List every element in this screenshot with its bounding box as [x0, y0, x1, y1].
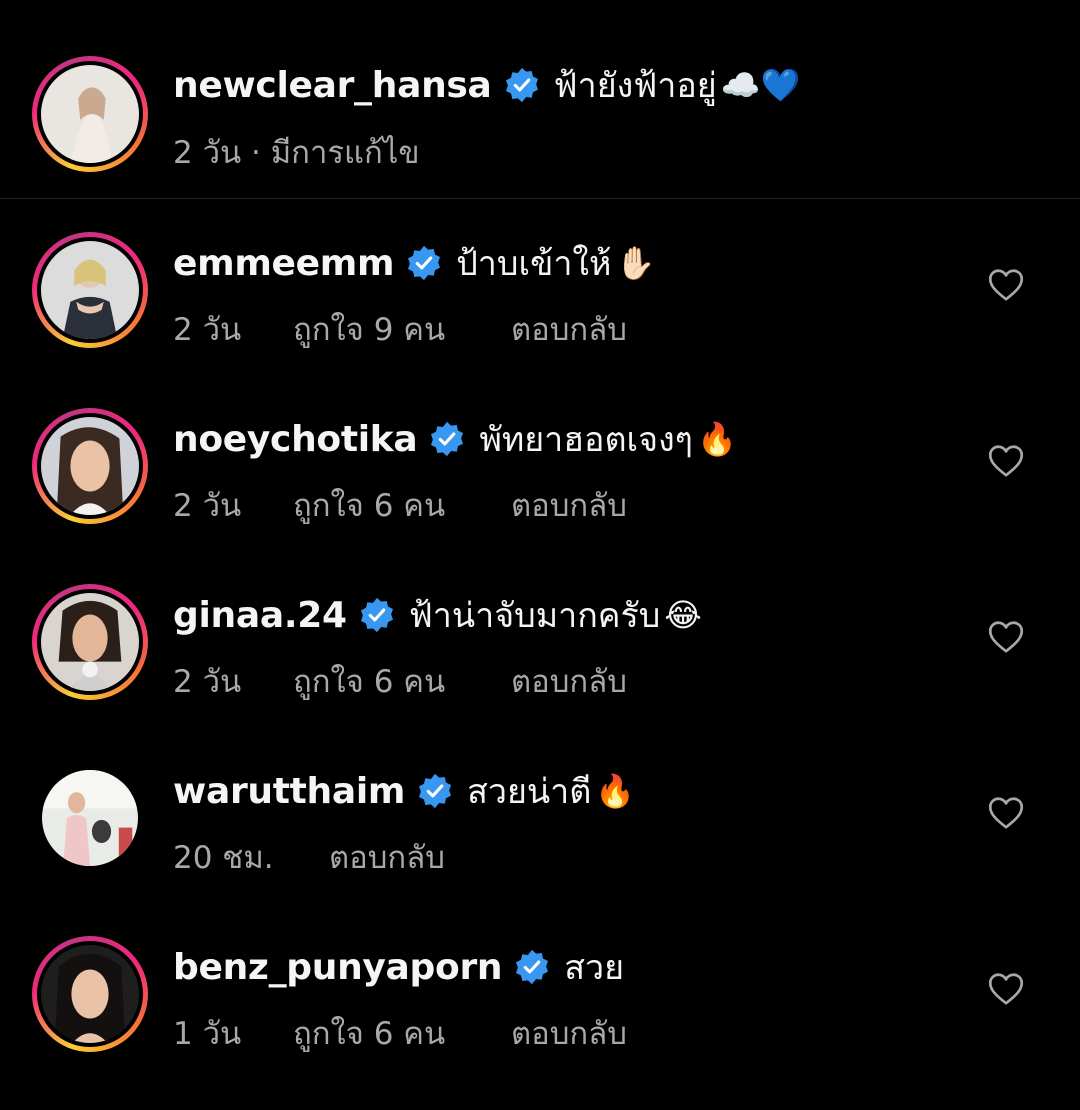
comment-time: 2 วัน: [173, 312, 242, 348]
username-link[interactable]: warutthaim: [173, 771, 405, 812]
verified-badge-icon: [504, 67, 540, 103]
reply-button[interactable]: ตอบกลับ: [511, 656, 627, 706]
avatar: [41, 945, 139, 1043]
comment-text: สวย: [564, 948, 625, 988]
caption-text: ฟ้ายังฟ้าอยู่: [553, 66, 717, 106]
avatar: [41, 593, 139, 691]
caption-meta: 2 วัน · มีการแก้ไข: [173, 135, 420, 171]
username-link[interactable]: benz_punyaporn: [173, 947, 503, 988]
reply-button[interactable]: ตอบกลับ: [329, 832, 445, 882]
reply-button[interactable]: ตอบกลับ: [511, 304, 627, 354]
like-count-link[interactable]: ถูกใจ 6 คน: [293, 1008, 445, 1058]
heart-outline-icon[interactable]: [988, 268, 1024, 302]
username-link[interactable]: newclear_hansa: [173, 65, 492, 106]
verified-badge-icon: [359, 597, 395, 633]
comment-text: ป้าบเข้าให้: [456, 244, 612, 284]
comment-row: noeychotika พัทยาฮอตเจงๆ 🔥 2 วัน ถูกใจ 6…: [0, 376, 1080, 552]
reply-button[interactable]: ตอบกลับ: [511, 480, 627, 530]
comment-emoji: 🔥: [595, 772, 636, 810]
comment-row: emmeemm ป้าบเข้าให้ ✋🏻 2 วัน ถูกใจ 9 คน …: [0, 200, 1080, 376]
verified-badge-icon: [429, 421, 465, 457]
username-link[interactable]: ginaa.24: [173, 595, 347, 636]
avatar: [41, 241, 139, 339]
reply-button[interactable]: ตอบกลับ: [511, 1008, 627, 1058]
story-ring-avatar[interactable]: [32, 936, 148, 1052]
verified-badge-icon: [514, 949, 550, 985]
like-count-link[interactable]: ถูกใจ 6 คน: [293, 480, 445, 530]
comment-text: ฟ้าน่าจับมากครับ: [408, 596, 661, 636]
comment-time: 2 วัน: [173, 664, 242, 700]
comment-row: benz_punyaporn สวย 1 วัน ถูกใจ 6 คน ตอบก…: [0, 904, 1080, 1080]
heart-outline-icon[interactable]: [988, 972, 1024, 1006]
heart-outline-icon[interactable]: [988, 796, 1024, 830]
story-ring-avatar[interactable]: [32, 232, 148, 348]
comment-time: 20 ชม.: [173, 840, 274, 876]
comment-row: warutthaim สวยน่าตี 🔥 20 ชม. ตอบกลับ: [0, 728, 1080, 904]
comment-emoji: 😂: [664, 596, 702, 634]
heart-outline-icon[interactable]: [988, 444, 1024, 478]
like-count-link[interactable]: ถูกใจ 6 คน: [293, 656, 445, 706]
username-link[interactable]: emmeemm: [173, 243, 395, 284]
heart-outline-icon[interactable]: [988, 620, 1024, 654]
caption-emoji: ☁️💙: [720, 66, 801, 104]
avatar-button[interactable]: [32, 760, 148, 876]
caption-row: newclear_hansa ฟ้ายังฟ้าอยู่ ☁️💙 2 วัน ·…: [0, 0, 1080, 198]
comment-emoji: 🔥: [696, 420, 737, 458]
like-count-link[interactable]: ถูกใจ 9 คน: [293, 304, 445, 354]
comment-text: สวยน่าตี: [467, 772, 592, 812]
comment-row: ginaa.24 ฟ้าน่าจับมากครับ 😂 2 วัน ถูกใจ …: [0, 552, 1080, 728]
verified-badge-icon: [406, 245, 442, 281]
story-ring-avatar[interactable]: [32, 584, 148, 700]
comment-time: 1 วัน: [173, 1016, 242, 1052]
story-ring-avatar[interactable]: [32, 56, 148, 172]
verified-badge-icon: [417, 773, 453, 809]
comment-time: 2 วัน: [173, 488, 242, 524]
avatar: [41, 417, 139, 515]
comment-emoji: ✋🏻: [615, 244, 656, 282]
avatar: [42, 770, 138, 866]
avatar: [41, 65, 139, 163]
comment-text: พัทยาฮอตเจงๆ: [479, 420, 693, 460]
divider: [0, 198, 1080, 199]
username-link[interactable]: noeychotika: [173, 419, 418, 460]
story-ring-avatar[interactable]: [32, 408, 148, 524]
